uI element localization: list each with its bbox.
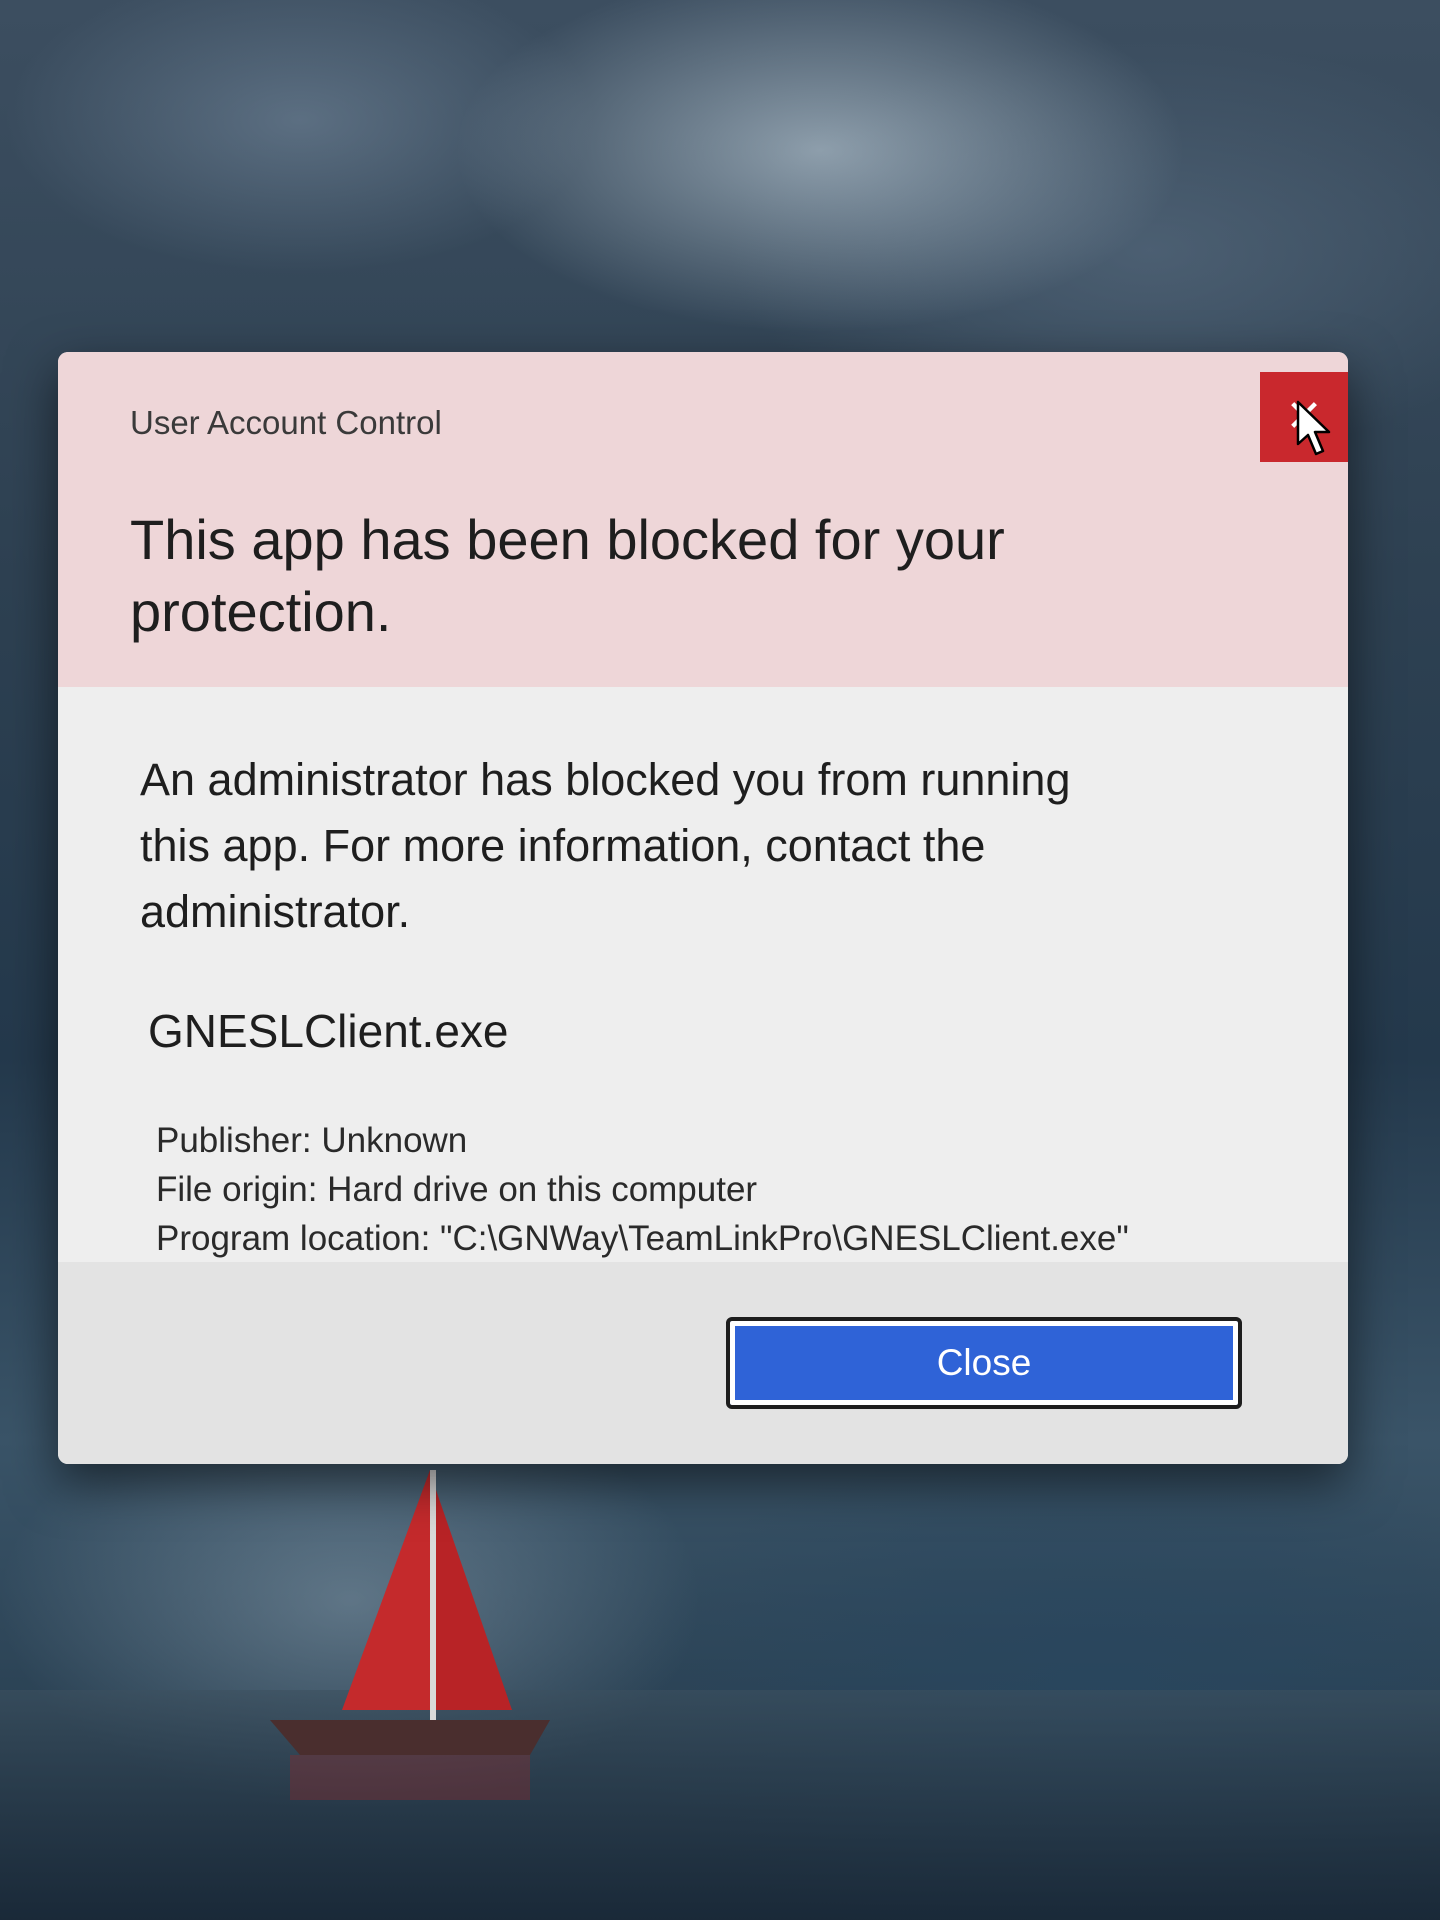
file-origin-line: File origin: Hard drive on this computer [156,1170,758,1209]
uac-dialog: User Account Control ✕ This app has been… [58,352,1348,1464]
sailboat-illustration [270,1470,550,1800]
dialog-headline: This app has been blocked for your prote… [130,508,1005,643]
window-title: User Account Control [130,404,442,441]
app-filename: GNESLClient.exe [148,1005,509,1057]
close-button[interactable]: Close [726,1317,1242,1409]
app-details: Publisher: Unknown File origin: Hard dri… [156,1116,1129,1263]
publisher-line: Publisher: Unknown [156,1121,468,1160]
mouse-pointer-icon [1296,400,1331,456]
program-location-line: Program location: "C:\GNWay\TeamLinkPro\… [156,1219,1129,1258]
dialog-message: An administrator has blocked you from ru… [140,754,1071,937]
wallpaper-water [0,1690,1440,1920]
